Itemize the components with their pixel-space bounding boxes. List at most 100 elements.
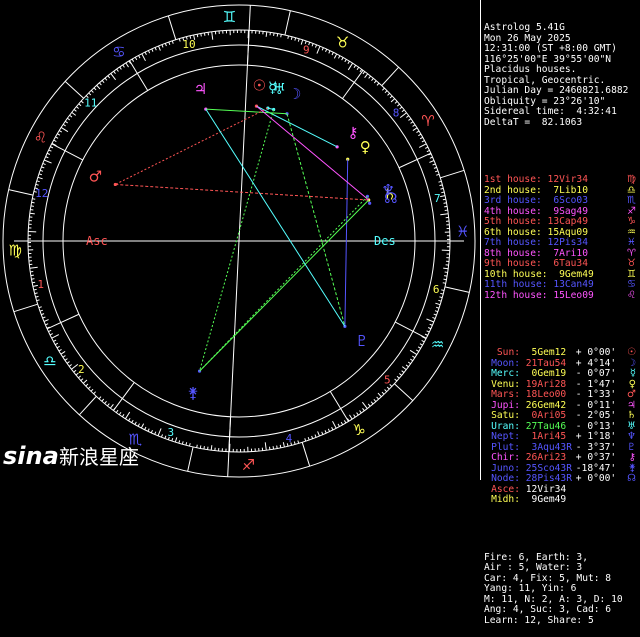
degree-tick	[105, 401, 107, 403]
degree-tick	[298, 39, 299, 42]
degree-tick	[81, 379, 83, 381]
degree-tick	[35, 293, 38, 294]
degree-tick	[374, 399, 376, 401]
house-number: 4	[286, 432, 293, 445]
planet-wheel-icon: ♂	[89, 167, 102, 185]
summary-line: M: 11, N: 2, A: 3, D: 10	[484, 595, 638, 606]
summary-line: Ang: 4, Suc: 3, Cad: 6	[484, 605, 638, 616]
degree-tick	[443, 268, 448, 269]
degree-tick	[385, 390, 387, 392]
sign-divider	[79, 396, 96, 414]
degree-tick	[427, 150, 430, 151]
degree-tick	[318, 431, 320, 436]
degree-tick	[288, 36, 289, 39]
summary-line: Car: 4, Fix: 5, Mut: 8	[484, 574, 638, 585]
degree-tick	[139, 55, 140, 58]
planet-wheel-icon: ☊	[384, 189, 397, 207]
house-label: 10th house:	[484, 269, 548, 280]
sign-divider	[14, 304, 38, 311]
degree-tick	[123, 65, 125, 68]
degree-tick	[44, 160, 51, 163]
summary-line: Fire: 6, Earth: 3,	[484, 553, 638, 564]
degree-tick	[438, 300, 441, 301]
degree-tick	[57, 134, 60, 136]
aspect-line	[115, 108, 268, 184]
chart-header: Astrolog 5.41GMon 26 May 202512:31:00 (S…	[484, 23, 638, 128]
planet-motion: -18°47'	[576, 463, 616, 474]
degree-tick	[436, 307, 439, 308]
degree-tick	[52, 335, 59, 339]
planet-wheel-icon: ☉	[253, 76, 266, 94]
degree-tick	[315, 45, 316, 48]
house-value: 12Pis34	[548, 237, 588, 248]
planet-motion: - 0°11'	[576, 400, 616, 411]
house-value: 12Vir34	[548, 174, 588, 185]
degree-tick	[49, 150, 52, 151]
degree-tick	[122, 414, 124, 416]
zodiac-sign-icon: ♎	[43, 352, 56, 370]
degree-tick	[425, 147, 428, 148]
sign-glyph-icon: ♍	[627, 175, 636, 186]
degree-tick	[388, 93, 390, 95]
house-label: 1st house:	[484, 174, 542, 185]
sign-divider	[382, 67, 399, 85]
planet-glyph-icon: ♆	[627, 432, 636, 443]
degree-tick	[201, 33, 202, 36]
planet-wheel-icon: ⚷	[347, 124, 358, 142]
degree-tick	[39, 174, 42, 175]
degree-tick	[408, 362, 410, 364]
degree-tick	[53, 340, 56, 341]
degree-tick	[48, 330, 51, 331]
house-value: 9Sag49	[548, 206, 588, 217]
degree-tick	[295, 38, 296, 41]
degree-tick	[434, 167, 437, 168]
planet-label: Satu:	[484, 411, 520, 422]
planet-point	[368, 202, 371, 205]
degree-tick	[354, 65, 356, 67]
degree-tick	[362, 402, 367, 408]
planet-label: Sun:	[484, 348, 520, 359]
degree-tick	[59, 349, 62, 351]
degree-tick	[117, 69, 119, 71]
degree-tick	[67, 118, 69, 120]
planet-glyph-icon: ♂	[627, 390, 636, 401]
degree-tick	[45, 324, 48, 325]
sign-glyph-icon: ♑	[627, 217, 636, 228]
degree-tick	[440, 214, 448, 215]
degree-tick	[440, 185, 443, 186]
degree-tick	[47, 153, 50, 154]
zodiac-sign-icon: ♍	[8, 241, 21, 259]
degree-tick	[197, 34, 198, 37]
zodiac-sign-icon: ♑	[352, 421, 365, 439]
degree-tick	[119, 412, 121, 414]
house-label: 7th house:	[484, 237, 542, 248]
degree-tick	[363, 408, 365, 410]
planet-row: Asce: 12Vir34	[484, 485, 638, 496]
degree-tick	[406, 116, 408, 118]
degree-tick	[410, 350, 417, 354]
degree-tick	[162, 45, 163, 48]
planet-glyph-icon: ♄	[627, 411, 636, 422]
header-line: Sidereal time: 4:32:41	[484, 107, 638, 118]
degree-tick	[54, 140, 57, 141]
degree-tick	[129, 418, 131, 421]
house-number: 11	[84, 96, 97, 109]
degree-tick	[305, 438, 306, 441]
degree-tick	[390, 96, 392, 98]
degree-tick	[322, 48, 323, 51]
planet-label: Asce:	[484, 485, 520, 496]
house-value: 15Aqu09	[548, 227, 588, 238]
header-line: Julian Day = 2460821.6882	[484, 86, 638, 97]
degree-tick	[111, 73, 116, 79]
aspect-line	[345, 159, 348, 326]
degree-tick	[341, 422, 342, 425]
degree-tick	[400, 107, 402, 109]
degree-tick	[317, 46, 320, 53]
degree-tick	[382, 88, 384, 90]
degree-tick	[360, 69, 362, 71]
degree-tick	[108, 76, 110, 78]
degree-tick	[43, 317, 46, 318]
degree-tick	[142, 54, 146, 61]
degree-tick	[440, 196, 445, 197]
degree-tick	[312, 436, 313, 439]
